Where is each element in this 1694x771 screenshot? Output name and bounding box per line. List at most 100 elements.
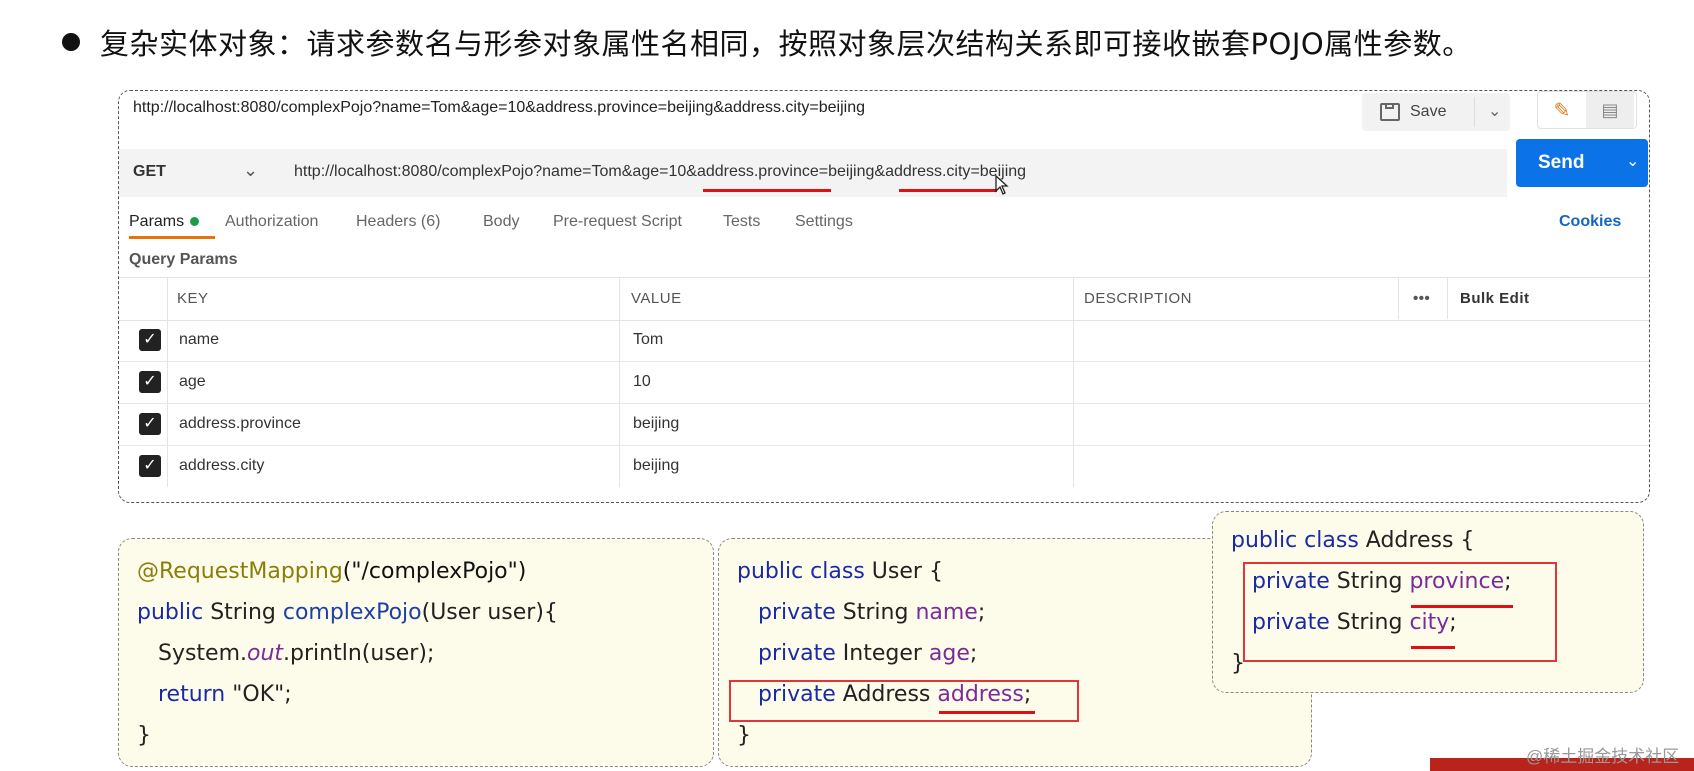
method-name: complexPojo [282, 600, 422, 625]
save-button[interactable]: Save ⌄ [1362, 93, 1510, 131]
user-class-code: public class User { private String name;… [737, 551, 1031, 756]
tab-prerequest-script[interactable]: Pre-request Script [553, 213, 682, 231]
keyword: public class [1231, 528, 1359, 553]
row-checkbox[interactable]: ✓ [139, 329, 161, 351]
code-text: .println(user); [283, 641, 435, 666]
highlight-box [729, 680, 1079, 722]
keyword: public [137, 600, 204, 625]
code-text: ("/complexPojo") [342, 559, 527, 584]
param-key[interactable]: age [179, 373, 206, 391]
pencil-icon[interactable]: ✎ [1538, 92, 1586, 128]
field-name: age [928, 641, 970, 666]
table-row: ✓ address.city beijing [119, 446, 1649, 487]
bullet-heading: 复杂实体对象：请求参数名与形参对象属性名相同，按照对象层次结构关系即可接收嵌套P… [62, 22, 1472, 62]
tab-tests[interactable]: Tests [723, 213, 760, 231]
tab-label: Params [129, 213, 185, 230]
table-header: KEY VALUE DESCRIPTION ••• Bulk Edit [119, 277, 1649, 321]
code-text: (User user){ [421, 600, 558, 625]
url-segment: =beijing& [818, 163, 886, 180]
chevron-down-icon[interactable]: ⌄ [1488, 101, 1501, 121]
keyword: private [757, 600, 836, 625]
request-title[interactable]: http://localhost:8080/complexPojo?name=T… [133, 99, 865, 117]
tab-headers[interactable]: Headers (6) [356, 213, 440, 231]
table-row: ✓ age 10 [119, 362, 1649, 404]
bulk-edit-button[interactable]: Bulk Edit [1460, 290, 1530, 307]
column-value: VALUE [631, 290, 682, 307]
address-class-code-box: public class Address { private String pr… [1212, 511, 1644, 693]
highlight-underline [939, 711, 1035, 714]
cursor-icon [995, 175, 1009, 195]
code-text: String [203, 600, 283, 625]
controller-code-box: @RequestMapping("/complexPojo") public S… [118, 538, 714, 767]
code-text: "OK"; [225, 682, 292, 707]
code-text: ; [977, 600, 986, 625]
param-value[interactable]: 10 [633, 373, 651, 391]
code-text: ; [969, 641, 978, 666]
divider [1398, 277, 1399, 319]
comment-icon[interactable]: ▤ [1586, 92, 1634, 128]
static-field: out [247, 641, 284, 666]
heading-text: 复杂实体对象：请求参数名与形参对象属性名相同，按照对象层次结构关系即可接收嵌套P… [100, 27, 1472, 61]
tab-body[interactable]: Body [483, 213, 519, 231]
code-text: } [137, 723, 151, 748]
annotation: @RequestMapping [137, 559, 343, 584]
view-toggle: ✎ ▤ [1537, 91, 1637, 129]
url-segment: http://localhost:8080/complexPojo?name=T… [294, 163, 697, 180]
param-value[interactable]: Tom [633, 331, 663, 349]
column-description: DESCRIPTION [1084, 290, 1193, 307]
request-tabs: Params Authorization Headers (6) Body Pr… [119, 201, 1649, 241]
query-params-label: Query Params [129, 251, 238, 268]
param-key[interactable]: address.province [179, 415, 301, 433]
param-value[interactable]: beijing [633, 415, 679, 433]
method-select[interactable]: GET [133, 163, 166, 181]
highlight-underline [1411, 646, 1455, 649]
divider [1447, 277, 1448, 319]
save-icon [1380, 103, 1400, 121]
url-segment-city: address.city [885, 163, 971, 180]
code-text: } [737, 723, 751, 748]
code-text: String [835, 600, 916, 625]
param-value[interactable]: beijing [633, 457, 679, 475]
save-label: Save [1410, 103, 1447, 120]
row-checkbox[interactable]: ✓ [139, 455, 161, 477]
table-row: ✓ name Tom [119, 320, 1649, 362]
field-name: name [915, 600, 978, 625]
code-text: User { [864, 559, 943, 584]
keyword: return [157, 682, 226, 707]
tab-params[interactable]: Params [129, 213, 200, 231]
url-segment-province: address.province [696, 163, 819, 180]
table-row: ✓ address.province beijing [119, 404, 1649, 446]
param-key[interactable]: address.city [179, 457, 264, 475]
tab-settings[interactable]: Settings [795, 213, 853, 231]
watermark: @稀土掘金技术社区 [1526, 747, 1680, 766]
divider [1474, 97, 1475, 127]
request-title-bar: http://localhost:8080/complexPojo?name=T… [119, 91, 1649, 133]
code-text: Address { [1358, 528, 1475, 553]
url-input[interactable]: http://localhost:8080/complexPojo?name=T… [294, 163, 1026, 181]
send-button[interactable]: Send ⌄ [1516, 139, 1648, 187]
code-text: Integer [835, 641, 929, 666]
param-key[interactable]: name [179, 331, 219, 349]
code-text: System. [157, 641, 248, 666]
send-label: Send [1538, 152, 1585, 173]
request-bar: GET ⌄ http://localhost:8080/complexPojo?… [119, 149, 1507, 197]
more-options-icon[interactable]: ••• [1413, 290, 1430, 307]
highlight-underline [703, 189, 831, 192]
cookies-link[interactable]: Cookies [1559, 213, 1621, 231]
row-checkbox[interactable]: ✓ [139, 413, 161, 435]
keyword: private [757, 641, 836, 666]
highlight-underline [1411, 605, 1513, 608]
status-dot [190, 217, 200, 227]
column-key: KEY [177, 290, 209, 307]
highlight-box [1243, 562, 1557, 662]
bullet-dot [62, 33, 80, 51]
keyword: public class [737, 559, 865, 584]
active-tab-indicator [129, 236, 215, 239]
controller-code: @RequestMapping("/complexPojo") public S… [137, 551, 558, 756]
chevron-down-icon[interactable]: ⌄ [243, 160, 258, 181]
tab-authorization[interactable]: Authorization [225, 213, 318, 231]
postman-panel: http://localhost:8080/complexPojo?name=T… [118, 90, 1650, 503]
chevron-down-icon[interactable]: ⌄ [1626, 151, 1639, 171]
row-checkbox[interactable]: ✓ [139, 371, 161, 393]
highlight-underline [899, 189, 997, 192]
